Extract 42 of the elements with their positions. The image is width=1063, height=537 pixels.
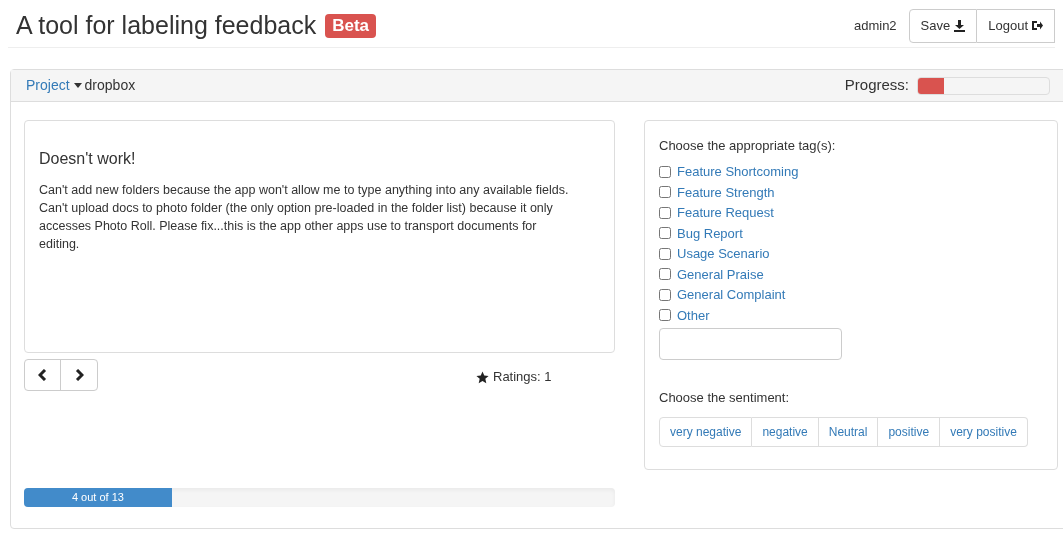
tag-label[interactable]: Feature Strength bbox=[677, 182, 775, 202]
sentiment-button[interactable]: Neutral bbox=[818, 417, 879, 447]
tag-label[interactable]: Usage Scenario bbox=[677, 244, 770, 264]
chevron-right-icon bbox=[74, 369, 84, 381]
sentiment-button[interactable]: negative bbox=[752, 417, 819, 447]
tag-label[interactable]: Feature Shortcoming bbox=[677, 162, 799, 182]
tag-label[interactable]: Bug Report bbox=[677, 223, 743, 243]
chevron-left-icon bbox=[38, 369, 47, 381]
tag-label[interactable]: General Complaint bbox=[677, 285, 786, 305]
ratings-count: Ratings: 1 bbox=[493, 368, 552, 387]
progress-text: 4 out of 13 bbox=[71, 490, 124, 506]
logout-icon bbox=[1032, 20, 1043, 31]
sentiment-heading: Choose the sentiment: bbox=[659, 388, 791, 407]
caret-icon bbox=[73, 83, 82, 88]
download-icon bbox=[954, 19, 966, 32]
feedback-text: Can't add new folders because the app won't allow me to type anything into any available fields. Can't upload docs to photo folder (the only option pre-loaded in the folder list) because it only accesses Photo Roll. Please fix...this is the app other apps use to transport documents for editing. bbox=[39, 182, 570, 253]
tag-checkbox[interactable] bbox=[659, 288, 671, 301]
tag-checkbox[interactable] bbox=[659, 227, 671, 240]
tag-checkbox[interactable] bbox=[659, 165, 671, 178]
tag-label[interactable]: General Praise bbox=[677, 264, 764, 284]
sentiment-button[interactable]: very positive bbox=[940, 417, 1028, 447]
save-button[interactable]: Save bbox=[908, 8, 978, 43]
username: admin2 bbox=[853, 16, 897, 35]
feedback-title: Doesn't work! bbox=[39, 149, 137, 169]
page-title: A tool for labeling feedback bbox=[16, 9, 317, 41]
logout-button[interactable]: Logout bbox=[977, 8, 1055, 43]
star-icon bbox=[476, 370, 489, 384]
sentiment-button[interactable]: very negative bbox=[659, 417, 753, 447]
other-tag-field[interactable] bbox=[659, 327, 842, 360]
sentiment-button[interactable]: positive bbox=[878, 417, 941, 447]
progress-label: Progress: bbox=[844, 75, 909, 96]
tag-checkbox[interactable] bbox=[659, 309, 671, 322]
project-name: dropbox bbox=[84, 76, 136, 95]
tag-checkbox[interactable] bbox=[659, 186, 671, 199]
project-link[interactable]: Project bbox=[26, 75, 70, 96]
tag-label[interactable]: Other bbox=[677, 305, 710, 325]
tag-label[interactable]: Feature Request bbox=[677, 203, 774, 223]
tag-checkbox[interactable] bbox=[659, 206, 671, 219]
tag-checkbox[interactable] bbox=[659, 268, 671, 281]
tag-checkbox[interactable] bbox=[659, 247, 671, 260]
beta-badge: Beta bbox=[325, 13, 377, 38]
tags-heading: Choose the appropriate tag(s): bbox=[659, 137, 837, 155]
